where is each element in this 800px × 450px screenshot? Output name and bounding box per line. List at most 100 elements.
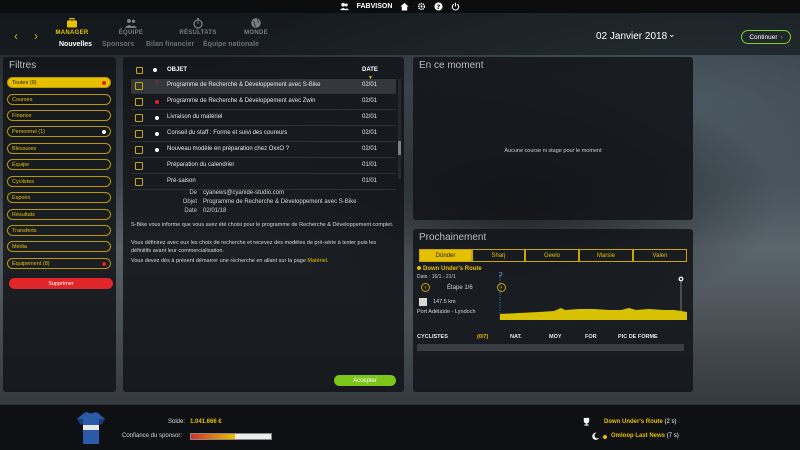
- message-checkbox[interactable]: [135, 130, 143, 138]
- stage-profile-chart: [499, 272, 687, 320]
- messages-scrollbar[interactable]: [398, 79, 401, 179]
- home-icon[interactable]: [400, 2, 409, 11]
- chevron-right-icon: ›: [780, 33, 783, 41]
- tab-equipe[interactable]: ÉQUIPE: [101, 17, 161, 36]
- column-header-for: FOR: [585, 334, 597, 340]
- message-row[interactable]: Conseil du staff : Forme et suivi des co…: [131, 127, 396, 142]
- filter-finance[interactable]: Finance: [7, 110, 111, 121]
- filters-panel: Filtres Toutes (9) Courses Finance Perso…: [3, 57, 116, 392]
- back-arrow-icon[interactable]: ‹: [14, 29, 18, 43]
- filter-espoirs[interactable]: Espoirs: [7, 192, 111, 203]
- filter-resultats[interactable]: Résultats: [7, 209, 111, 220]
- filter-label: Résultats: [12, 211, 35, 218]
- message-checkbox[interactable]: [135, 114, 143, 122]
- filter-blessures[interactable]: Blessures: [7, 143, 111, 154]
- filter-courses[interactable]: Courses: [7, 94, 111, 105]
- message-subject: Programme de Recherche & Développement a…: [167, 82, 321, 88]
- message-row[interactable]: Livraison du matériel 02/01: [131, 111, 396, 126]
- message-checkbox[interactable]: [135, 146, 143, 154]
- event-down-under[interactable]: Down Under's Route (2 s): [604, 419, 676, 425]
- previous-stage-button[interactable]: ‹: [421, 283, 430, 292]
- continue-button[interactable]: Continuer ›: [741, 30, 791, 44]
- message-row[interactable]: Programme de Recherche & Développement a…: [131, 95, 396, 110]
- race-tab-valen[interactable]: Valen: [633, 249, 687, 262]
- svg-text:?: ?: [437, 4, 441, 11]
- message-date: 02/01: [362, 98, 378, 104]
- filter-label: Média: [12, 243, 27, 250]
- filter-toutes[interactable]: Toutes (9): [7, 77, 111, 88]
- race-tab-geelo[interactable]: Geelo: [525, 249, 579, 262]
- message-row[interactable]: Nouveau modèle en préparation chez OxxO …: [131, 143, 396, 158]
- message-date: 02/01: [362, 130, 378, 136]
- from-value: cyanews@cyanide-studio.com: [203, 190, 285, 196]
- race-tab-sharj[interactable]: Sharj: [472, 249, 525, 262]
- stage-route: Port Adélaïde - Lyndoch: [417, 309, 476, 315]
- tab-manager[interactable]: MANAGER: [42, 17, 102, 36]
- cyclists-list: [417, 344, 684, 351]
- message-date: 02/01: [362, 114, 378, 120]
- tab-resultats[interactable]: RÉSULTATS: [168, 17, 228, 36]
- current-date: 02 Janvier 2018: [596, 31, 668, 42]
- chevron-down-icon[interactable]: ⌄: [668, 29, 676, 40]
- message-row[interactable]: Préparation du calendrier 01/01: [131, 159, 396, 174]
- tab-monde[interactable]: MONDE: [226, 17, 286, 36]
- filter-transferts[interactable]: Transferts: [7, 225, 111, 236]
- now-panel: En ce moment Aucune course ni stage pour…: [413, 57, 693, 220]
- message-body-3-text: Vous devez dès à présent démarrer une re…: [131, 258, 308, 264]
- race-tab-dunder[interactable]: Dünder: [419, 249, 472, 262]
- upcoming-title: Prochainement: [419, 232, 487, 243]
- power-icon[interactable]: [451, 2, 460, 11]
- filter-label: Courses: [12, 96, 33, 103]
- filter-label: Cyclistes: [12, 178, 35, 185]
- message-checkbox[interactable]: [135, 82, 143, 90]
- forward-arrow-icon[interactable]: ›: [34, 29, 38, 43]
- moon-icon: [592, 432, 600, 442]
- event-countdown: (7 s): [666, 433, 679, 439]
- filter-equipement[interactable]: Équipement (8): [7, 258, 111, 269]
- materiel-link[interactable]: Matériel: [307, 258, 327, 264]
- message-checkbox[interactable]: [135, 178, 143, 186]
- date-label: Date: [184, 208, 197, 214]
- message-checkbox[interactable]: [135, 98, 143, 106]
- from-label: De: [189, 190, 197, 196]
- filter-label: Équipement (8): [12, 260, 50, 267]
- column-header-objet[interactable]: OBJET: [167, 67, 187, 73]
- column-header-cyclistes: CYCLISTES: [417, 334, 448, 340]
- message-subject: Conseil du staff : Forme et suivi des co…: [167, 130, 288, 136]
- gear-icon[interactable]: [417, 2, 426, 11]
- help-icon[interactable]: ?: [434, 2, 443, 11]
- filter-cyclistes[interactable]: Cyclistes: [7, 176, 111, 187]
- select-all-checkbox[interactable]: [136, 67, 143, 74]
- messages-panel: OBJET DATE ▼ ! Programme de Recherche & …: [123, 57, 404, 392]
- filter-media[interactable]: Média: [7, 241, 111, 252]
- column-header-date[interactable]: DATE: [362, 67, 378, 73]
- briefcase-icon: [67, 18, 77, 28]
- race-dates: Date : 16/1 - 21/1: [417, 274, 456, 280]
- race-tab-marsie[interactable]: Marsie: [579, 249, 633, 262]
- unread-dot: [155, 132, 159, 136]
- filter-personnel[interactable]: Personnel (1): [7, 126, 111, 137]
- now-title: En ce moment: [419, 60, 484, 71]
- accept-button[interactable]: Accepter: [334, 375, 396, 386]
- message-checkbox[interactable]: [135, 162, 143, 170]
- subtab-sponsors[interactable]: Sponsors: [102, 41, 134, 48]
- globe-icon: [251, 18, 261, 28]
- stage-distance: 147.5 km: [433, 299, 456, 305]
- message-row[interactable]: ! Programme de Recherche & Développement…: [131, 79, 396, 94]
- sponsor-confidence-label: Confiance du sponsor:: [122, 433, 183, 439]
- friends-icon[interactable]: [339, 2, 349, 11]
- scrollbar-thumb[interactable]: [398, 141, 401, 155]
- delete-button[interactable]: Supprimer: [9, 278, 113, 289]
- event-omloop[interactable]: Omloop Last News (7 s): [611, 433, 679, 439]
- now-empty-message: Aucune course ni stage pour le moment: [504, 148, 602, 154]
- filter-equipe[interactable]: Équipe: [7, 159, 111, 170]
- message-body-3: Vous devez dès à présent démarrer une re…: [131, 257, 396, 265]
- message-date: 02/01: [362, 82, 378, 88]
- balance-label: Solde:: [168, 419, 186, 425]
- subtab-bilan-financier[interactable]: Bilan financier: [146, 41, 194, 48]
- subtab-nouvelles[interactable]: Nouvelles: [59, 41, 92, 48]
- unread-dot: [155, 100, 159, 104]
- subtab-equipe-nationale[interactable]: Équipe nationale: [203, 41, 259, 48]
- filter-label: Équipe: [12, 161, 30, 168]
- message-row[interactable]: Pré-saison 01/01: [131, 175, 396, 190]
